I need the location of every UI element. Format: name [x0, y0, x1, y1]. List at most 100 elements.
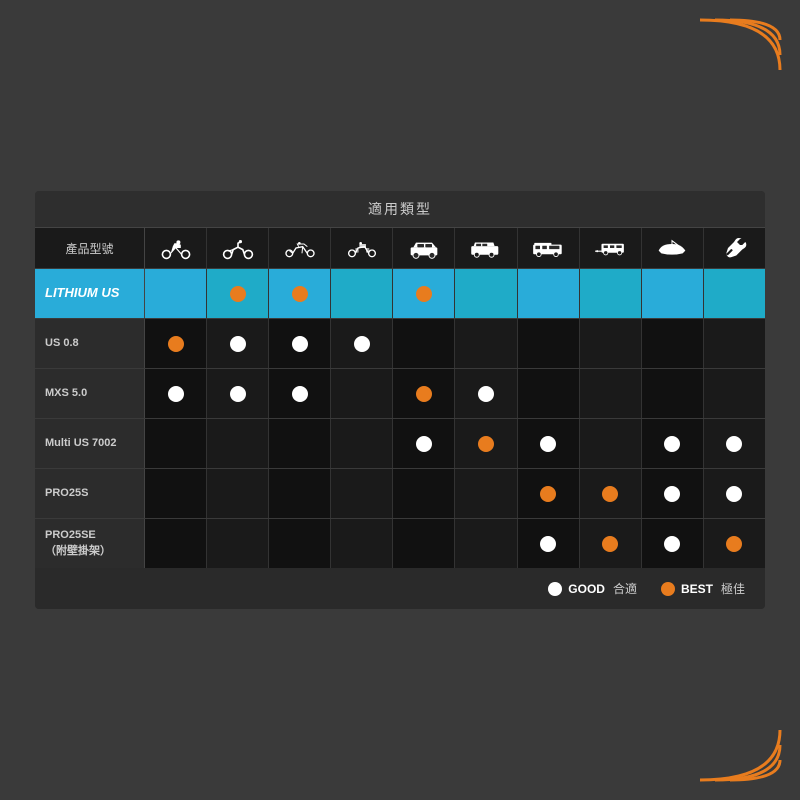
- data-cell-r4-c3: [331, 469, 393, 518]
- row-label-text-multi-us-7002: Multi US 7002: [45, 436, 117, 451]
- truck-icon: [470, 236, 502, 260]
- data-cell-r2-c0: [145, 369, 207, 418]
- data-cell-r0-c1: [207, 269, 269, 318]
- good-dot: [548, 582, 562, 596]
- row-label-text-mxs-5.0: MXS 5.0: [45, 386, 87, 401]
- row-label-text-us-0.8: US 0.8: [45, 336, 79, 351]
- best-label: BEST: [681, 582, 713, 596]
- data-row-mxs-5.0: MXS 5.0: [35, 368, 765, 418]
- data-cell-r0-c7: [580, 269, 642, 318]
- column-label-header: 產品型號: [35, 228, 145, 268]
- data-cell-r0-c4: [393, 269, 455, 318]
- data-cell-r1-c4: [393, 319, 455, 368]
- data-cell-r5-c0: [145, 519, 207, 568]
- dot-white-r3-c4: [416, 436, 432, 452]
- dot-white-r3-c8: [664, 436, 680, 452]
- col-header-suv: [393, 228, 455, 268]
- data-cell-r2-c8: [642, 369, 704, 418]
- data-cell-r4-c4: [393, 469, 455, 518]
- data-cell-r4-c2: [269, 469, 331, 518]
- dot-white-r2-c5: [478, 386, 494, 402]
- row-label-multi-us-7002: Multi US 7002: [35, 419, 145, 468]
- icon-header-row: 產品型號: [35, 228, 765, 268]
- data-row-pro25se: PRO25SE（附壁掛架）: [35, 518, 765, 568]
- col-header-trailer: [580, 228, 642, 268]
- data-cell-r2-c1: [207, 369, 269, 418]
- data-cell-r3-c3: [331, 419, 393, 468]
- dot-white-r3-c9: [726, 436, 742, 452]
- data-row-us-0.8: US 0.8: [35, 318, 765, 368]
- data-cell-r1-c2: [269, 319, 331, 368]
- col-header-scooter: [145, 228, 207, 268]
- dot-orange-r4-c7: [602, 486, 618, 502]
- col-header-truck: [455, 228, 517, 268]
- col-header-rv: [518, 228, 580, 268]
- col-header-wrench: [704, 228, 765, 268]
- data-row-pro25s: PRO25S: [35, 468, 765, 518]
- dot-white-r2-c1: [230, 386, 246, 402]
- data-cell-r5-c5: [455, 519, 517, 568]
- data-cell-r1-c9: [704, 319, 765, 368]
- data-cell-r5-c2: [269, 519, 331, 568]
- data-cell-r0-c6: [518, 269, 580, 318]
- data-cell-r4-c7: [580, 469, 642, 518]
- data-cell-r4-c9: [704, 469, 765, 518]
- col-header-motorcycle: [269, 228, 331, 268]
- row-label-us-0.8: US 0.8: [35, 319, 145, 368]
- dot-white-r1-c2: [292, 336, 308, 352]
- motorcycle-icon: [284, 236, 316, 260]
- data-cell-r5-c1: [207, 519, 269, 568]
- col-header-touring: [331, 228, 393, 268]
- good-label: GOOD: [568, 582, 605, 596]
- good-text: 合適: [613, 580, 637, 597]
- dot-white-r3-c6: [540, 436, 556, 452]
- boat-icon: [656, 236, 688, 260]
- dot-orange-r2-c4: [416, 386, 432, 402]
- data-cell-r2-c6: [518, 369, 580, 418]
- data-cell-r2-c7: [580, 369, 642, 418]
- dot-orange-r0-c2: [292, 286, 308, 302]
- legend-good: GOOD 合適: [548, 580, 637, 597]
- data-cell-r0-c0: [145, 269, 207, 318]
- data-cell-r5-c6: [518, 519, 580, 568]
- data-cell-r5-c3: [331, 519, 393, 568]
- row-label-text-pro25se: PRO25SE（附壁掛架）: [45, 528, 111, 559]
- data-cell-r4-c5: [455, 469, 517, 518]
- best-text: 極佳: [721, 580, 745, 597]
- col-header-atv: [207, 228, 269, 268]
- data-cell-r0-c2: [269, 269, 331, 318]
- dot-orange-r4-c6: [540, 486, 556, 502]
- data-cell-r5-c9: [704, 519, 765, 568]
- section-title: 適用類型: [368, 199, 432, 219]
- row-label-text-lithium-us: LITHIUM US: [45, 284, 119, 302]
- row-label-text-pro25s: PRO25S: [45, 486, 88, 501]
- dot-orange-r3-c5: [478, 436, 494, 452]
- data-row-lithium-us: LITHIUM US: [35, 268, 765, 318]
- suv-icon: [408, 236, 440, 260]
- dot-orange-r5-c7: [602, 536, 618, 552]
- best-dot: [661, 582, 675, 596]
- data-cell-r2-c5: [455, 369, 517, 418]
- data-cell-r3-c2: [269, 419, 331, 468]
- row-label-mxs-5.0: MXS 5.0: [35, 369, 145, 418]
- trailer-icon: [594, 236, 626, 260]
- corner-bottom-right-decoration: [690, 720, 790, 790]
- data-cell-r3-c4: [393, 419, 455, 468]
- legend-row: GOOD 合適 BEST 極佳: [35, 568, 765, 609]
- dot-white-r1-c3: [354, 336, 370, 352]
- data-cell-r4-c8: [642, 469, 704, 518]
- product-model-label: 產品型號: [65, 240, 113, 257]
- col-header-boat: [642, 228, 704, 268]
- data-cell-r1-c7: [580, 319, 642, 368]
- data-cell-r5-c8: [642, 519, 704, 568]
- data-cell-r2-c9: [704, 369, 765, 418]
- data-cell-r1-c8: [642, 319, 704, 368]
- data-cell-r1-c1: [207, 319, 269, 368]
- data-cell-r0-c5: [455, 269, 517, 318]
- data-cell-r5-c4: [393, 519, 455, 568]
- data-cell-r3-c5: [455, 419, 517, 468]
- dot-orange-r5-c9: [726, 536, 742, 552]
- data-cell-r0-c8: [642, 269, 704, 318]
- data-cell-r4-c6: [518, 469, 580, 518]
- data-cell-r2-c2: [269, 369, 331, 418]
